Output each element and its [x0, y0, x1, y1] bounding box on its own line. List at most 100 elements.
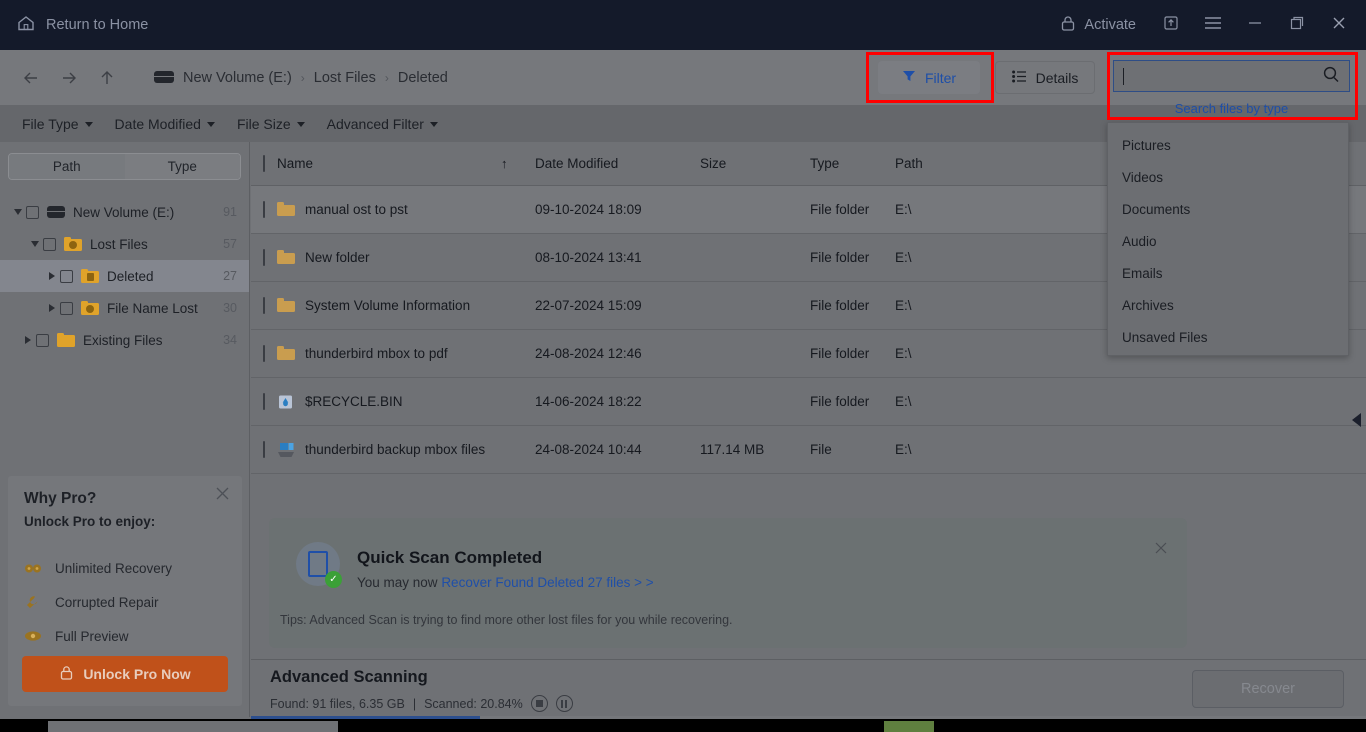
taskbar-segment-right — [884, 721, 934, 732]
filter-button[interactable]: Filter — [878, 61, 980, 94]
row-date-cell: 09-10-2024 18:09 — [535, 202, 642, 217]
close-button[interactable] — [1318, 3, 1360, 47]
sort-ascending-icon[interactable]: ↑ — [501, 156, 508, 171]
details-button-label: Details — [1035, 69, 1079, 86]
breadcrumb-item-0[interactable]: New Volume (E:) — [183, 70, 292, 86]
pause-icon[interactable] — [555, 695, 573, 712]
taskbar-segment-left — [48, 721, 338, 732]
row-size-cell: 117.14 MB — [700, 442, 765, 457]
scan-found-label: Found: 91 files, 6.35 GB — [270, 696, 405, 711]
column-header-name[interactable]: Name ↑ — [277, 156, 535, 171]
expand-triangle-right-icon[interactable] — [44, 272, 60, 280]
sidebar-tab-type[interactable]: Type — [124, 154, 240, 179]
minimize-icon — [1247, 16, 1263, 34]
search-files-by-type-link[interactable]: Search files by type — [1113, 101, 1350, 118]
activate-button[interactable]: Activate — [1046, 3, 1150, 47]
upgrade-box-icon — [1163, 15, 1179, 36]
expand-triangle-down-icon[interactable] — [10, 209, 26, 215]
breadcrumb-item-1[interactable]: Lost Files — [314, 70, 376, 86]
expand-triangle-right-icon[interactable] — [20, 336, 36, 344]
row-checkbox[interactable] — [251, 345, 277, 362]
filter-dropdown-file-type[interactable]: File Type — [22, 116, 93, 132]
column-header-type[interactable]: Type — [810, 156, 895, 171]
sidebar-item-lost-files[interactable]: Lost Files 57 — [0, 228, 249, 260]
sidebar-view-toggle: Path Type — [8, 153, 241, 180]
expand-triangle-right-icon[interactable] — [44, 304, 60, 312]
row-checkbox[interactable] — [251, 441, 277, 458]
expand-triangle-down-icon[interactable] — [27, 241, 43, 247]
return-to-home-button[interactable]: Return to Home — [16, 13, 148, 38]
sidebar-item-new-volume[interactable]: New Volume (E:) 91 — [0, 196, 249, 228]
column-header-name-label: Name — [277, 156, 314, 171]
sidebar-tab-path[interactable]: Path — [9, 154, 125, 179]
type-option-documents[interactable]: Documents — [1108, 193, 1348, 225]
table-row[interactable]: $RECYCLE.BIN 14-06-2024 18:22 File folde… — [251, 378, 1366, 426]
tree-checkbox[interactable] — [36, 333, 49, 347]
upgrade-button[interactable] — [1150, 3, 1192, 47]
type-option-unsaved-files[interactable]: Unsaved Files — [1108, 321, 1348, 353]
collapse-panel-arrow-icon[interactable] — [1350, 410, 1362, 430]
unlock-pro-label: Unlock Pro Now — [83, 666, 191, 682]
recover-button[interactable]: Recover — [1192, 670, 1344, 708]
row-name-cell: thunderbird mbox to pdf — [277, 346, 535, 361]
row-checkbox[interactable] — [251, 201, 277, 218]
drive-icon — [47, 205, 65, 219]
return-to-home-label: Return to Home — [46, 17, 149, 33]
minimize-button[interactable] — [1234, 3, 1276, 47]
stop-icon[interactable] — [530, 695, 548, 712]
row-name-cell: New folder — [277, 250, 535, 265]
breadcrumb-item-2[interactable]: Deleted — [398, 70, 448, 86]
filter-dropdown-advanced-filter[interactable]: Advanced Filter — [327, 116, 438, 132]
folder-icon — [277, 250, 295, 265]
filter-dropdown-date-modified[interactable]: Date Modified — [115, 116, 215, 132]
banner-close-icon[interactable] — [1153, 540, 1169, 561]
type-option-archives[interactable]: Archives — [1108, 289, 1348, 321]
sidebar-item-existing-files[interactable]: Existing Files 34 — [0, 324, 249, 356]
type-option-pictures[interactable]: Pictures — [1108, 129, 1348, 161]
type-option-emails[interactable]: Emails — [1108, 257, 1348, 289]
row-checkbox[interactable] — [251, 297, 277, 314]
why-pro-feature-label: Unlimited Recovery — [55, 560, 173, 576]
tree-label: Existing Files — [83, 332, 163, 348]
row-checkbox[interactable] — [251, 393, 277, 410]
why-pro-feature: Unlimited Recovery — [24, 551, 226, 585]
table-row[interactable]: thunderbird backup mbox files 24-08-2024… — [251, 426, 1366, 474]
column-header-date-modified[interactable]: Date Modified — [535, 156, 700, 171]
tree-checkbox[interactable] — [60, 269, 73, 283]
banner-tips: Tips: Advanced Scan is trying to find mo… — [280, 613, 733, 627]
search-icon[interactable] — [1322, 65, 1340, 88]
file-icon — [277, 442, 295, 457]
tree-label: New Volume (E:) — [73, 204, 175, 220]
tree-checkbox[interactable] — [26, 205, 39, 219]
forward-arrow-icon[interactable] — [52, 61, 86, 95]
why-pro-feature-label: Full Preview — [55, 628, 129, 644]
up-arrow-icon[interactable] — [90, 61, 124, 95]
select-all-checkbox[interactable] — [251, 155, 277, 172]
filter-label: File Type — [22, 115, 79, 132]
tree-checkbox[interactable] — [43, 237, 56, 251]
sidebar-item-deleted[interactable]: Deleted 27 — [0, 260, 249, 292]
tree-count: 91 — [223, 205, 237, 219]
scan-meta: Found: 91 files, 6.35 GB | Scanned: 20.8… — [270, 695, 573, 712]
lock-icon — [1060, 15, 1076, 36]
recover-found-files-link[interactable]: Recover Found Deleted 27 files > > — [441, 575, 653, 590]
title-bar: Return to Home Activate — [0, 0, 1366, 50]
restore-button[interactable] — [1276, 3, 1318, 47]
type-option-audio[interactable]: Audio — [1108, 225, 1348, 257]
filter-dropdown-file-size[interactable]: File Size — [237, 116, 305, 132]
details-button[interactable]: Details — [995, 61, 1095, 94]
search-input[interactable] — [1113, 60, 1350, 92]
column-header-size[interactable]: Size — [700, 156, 810, 171]
desktop-taskbar-strip — [0, 719, 1366, 732]
unlock-pro-now-button[interactable]: Unlock Pro Now — [22, 656, 228, 692]
row-date-cell: 08-10-2024 13:41 — [535, 250, 642, 265]
why-pro-close-icon[interactable] — [215, 486, 230, 505]
menu-button[interactable] — [1192, 3, 1234, 47]
app-window: Return to Home Activate New Volume (E:) … — [0, 0, 1366, 732]
check-circle-icon: ✓ — [325, 571, 342, 588]
sidebar-item-file-name-lost[interactable]: File Name Lost 30 — [0, 292, 249, 324]
row-checkbox[interactable] — [251, 249, 277, 266]
back-arrow-icon[interactable] — [14, 61, 48, 95]
type-option-videos[interactable]: Videos — [1108, 161, 1348, 193]
tree-checkbox[interactable] — [60, 301, 73, 315]
